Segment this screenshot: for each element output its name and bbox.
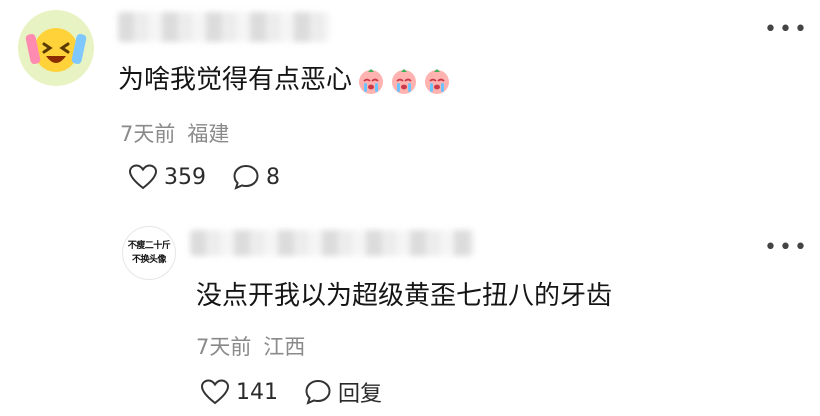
reply-count[interactable]: 8 [266,165,280,190]
speech-bubble-icon[interactable] [304,378,332,406]
reply-location: 江西 [263,335,306,359]
reply-text: 没点开我以为超级黄歪七扭八的牙齿 [196,281,613,311]
heart-outline-icon[interactable] [128,163,158,191]
comment-text: 为啥我觉得有点恶心 [118,65,353,95]
crying-face-emoji-1 [359,68,384,94]
more-dots-icon[interactable]: ••• [764,19,809,41]
crying-face-emoji-2 [392,68,417,94]
reply-username-blurred[interactable] [190,230,474,256]
comment-location: 福建 [187,122,230,146]
comment-actions: 359 8 [128,163,306,191]
reply-like-count[interactable]: 141 [236,380,278,405]
reply-avatar[interactable]: 不瘦二十斤 不换头像 [122,226,176,280]
more-dots-icon[interactable]: ••• [764,237,809,259]
speech-bubble-icon[interactable] [232,163,260,191]
heart-outline-icon[interactable] [200,378,230,406]
like-count[interactable]: 359 [164,165,206,190]
emoji-group [356,66,455,96]
crying-face-emoji-3 [425,68,450,94]
comment-meta: 7天前 福建 [120,118,229,148]
reply-time: 7天前 [196,335,252,359]
avatar-text-line2: 不换头像 [131,255,167,265]
reply-button-label[interactable]: 回复 [338,376,382,408]
reply-meta: 7天前 江西 [196,331,305,361]
comment-time: 7天前 [120,122,176,146]
commenter-username-blurred[interactable] [118,12,330,42]
reply-actions: 141 回复 [200,376,408,408]
comment-text-row: 为啥我觉得有点恶心 [118,62,455,98]
avatar-text-line1: 不瘦二十斤 [127,241,171,251]
laughing-emoji-icon [25,28,87,72]
commenter-avatar[interactable] [18,10,94,86]
